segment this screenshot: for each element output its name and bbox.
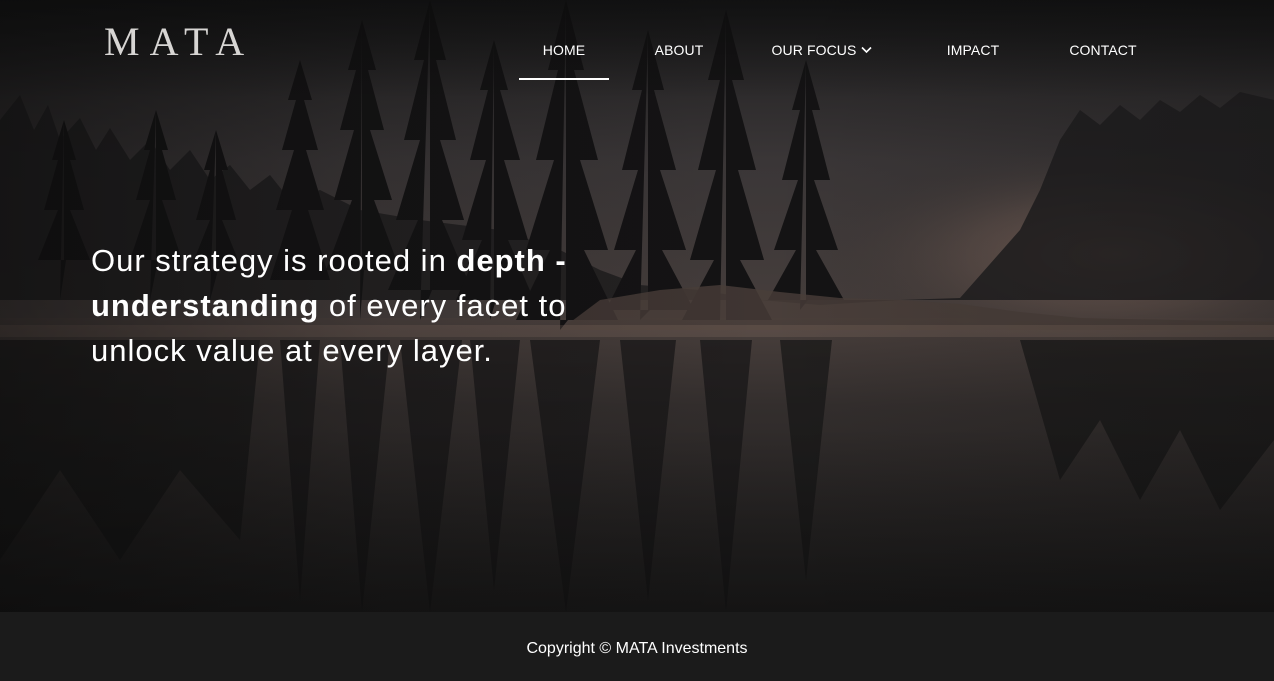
hero-tagline: Our strategy is rooted in depth - unders… (91, 238, 611, 373)
tagline-text: Our strategy is rooted in (91, 243, 457, 278)
footer: Copyright © MATA Investments (0, 612, 1274, 681)
nav-item-label: HOME (542, 42, 586, 58)
nav-item-about[interactable]: ABOUT (643, 34, 715, 80)
main-nav: HOME ABOUT OUR FOCUS IMPACT CONTACT (0, 34, 1274, 82)
chevron-down-icon (861, 33, 873, 65)
copyright-text: Copyright © MATA Investments (526, 640, 748, 657)
nav-item-contact[interactable]: CONTACT (1061, 34, 1145, 80)
nav-item-impact[interactable]: IMPACT (937, 34, 1009, 80)
page: MATA HOME ABOUT OUR FOCUS IMPACT CONTACT… (0, 0, 1274, 681)
nav-item-label: OUR FOCUS (771, 42, 857, 58)
nav-item-label: ABOUT (654, 42, 704, 58)
nav-item-home[interactable]: HOME (519, 34, 609, 80)
nav-item-label: IMPACT (946, 42, 1000, 58)
nav-item-label: CONTACT (1069, 42, 1137, 58)
nav-item-our-focus[interactable]: OUR FOCUS (766, 34, 878, 80)
